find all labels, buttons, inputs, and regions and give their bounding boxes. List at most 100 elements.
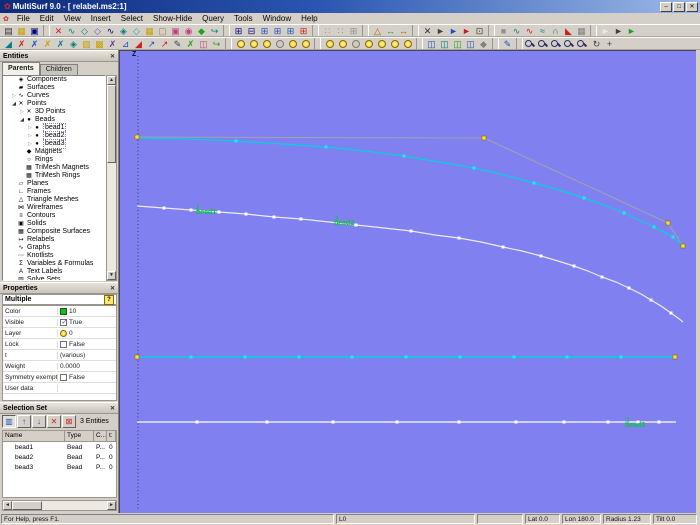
pan-view-button[interactable]: + — [603, 38, 616, 50]
visibility-button[interactable] — [388, 38, 401, 50]
show-mesh-button[interactable]: ▦ — [575, 25, 588, 37]
zoom-out-button[interactable] — [538, 38, 551, 50]
annotate-button[interactable]: ✎ — [501, 38, 514, 50]
menu-item[interactable]: Query — [197, 13, 229, 24]
show-axes-button[interactable]: ◣ — [562, 25, 575, 37]
hide-button[interactable] — [273, 38, 286, 50]
upper-white-curve-point[interactable] — [299, 217, 303, 221]
menu-item[interactable]: File — [12, 13, 35, 24]
upper-cyan-curve-point[interactable] — [582, 196, 586, 200]
upper-cyan-curve-point[interactable] — [324, 145, 328, 149]
lower-cyan-line-point[interactable] — [512, 355, 516, 359]
menu-item[interactable]: Help — [296, 13, 322, 24]
show-set-button[interactable] — [299, 38, 312, 50]
property-value[interactable]: 10 — [58, 307, 76, 315]
help-icon[interactable]: ? — [104, 294, 114, 305]
tree-item[interactable]: ▦ Composite Surfaces — [3, 228, 105, 236]
toolbar-separator[interactable] — [223, 25, 230, 36]
upper-white-curve-point[interactable] — [501, 245, 505, 249]
grid-button[interactable]: ∷ — [334, 25, 347, 37]
create-bead-button[interactable]: ✗ — [41, 38, 54, 50]
property-row[interactable]: Weight 0.0000 — [3, 361, 116, 372]
visibility-button[interactable] — [336, 38, 349, 50]
property-row[interactable]: Color 10 — [3, 306, 116, 317]
create-mesh-button[interactable]: ▩ — [93, 38, 106, 50]
menu-item[interactable]: Select — [116, 13, 148, 24]
select-cursor-button[interactable]: ► — [434, 25, 447, 37]
scroll-left-icon[interactable]: ◄ — [3, 501, 12, 510]
property-value[interactable]: 0.0000 — [58, 363, 80, 370]
column-header[interactable]: Name — [3, 431, 65, 441]
entities-tab[interactable]: Parents — [2, 62, 40, 75]
lower-white-line-point[interactable] — [562, 420, 566, 424]
show-contours-button[interactable]: ≈ — [536, 25, 549, 37]
upper-white-curve-point[interactable] — [627, 286, 631, 290]
tree-item[interactable]: A Text Labels — [3, 268, 105, 276]
bead3-label[interactable]: bead3 — [625, 422, 645, 430]
viewport-canvas[interactable] — [120, 51, 696, 513]
minimize-button[interactable]: – — [660, 1, 672, 12]
tree-item[interactable]: ▷ ● bead3 — [3, 139, 105, 149]
table-row[interactable]: bead3 Bead P... 0 — [3, 462, 116, 472]
show-curvature-button[interactable]: ∿ — [510, 25, 523, 37]
menu-item[interactable]: Show-Hide — [148, 13, 197, 24]
upper-white-curve-point[interactable] — [354, 223, 358, 227]
menu-item[interactable]: Window — [258, 13, 296, 24]
lower-white-line-point[interactable] — [195, 420, 199, 424]
control-polygon-point[interactable] — [680, 243, 686, 249]
toolbar-separator[interactable] — [488, 25, 495, 36]
property-value[interactable]: (various) — [58, 352, 85, 359]
toolbar-separator[interactable] — [492, 38, 499, 49]
create-relabel-button[interactable]: ↪ — [210, 38, 223, 50]
tree-item[interactable]: ⋈ Wireframes — [3, 204, 105, 212]
property-row[interactable]: Symmetry exempt False — [3, 372, 116, 383]
toolbar-separator[interactable] — [590, 25, 597, 36]
upper-cyan-curve-point[interactable] — [671, 235, 675, 239]
delete-entity-button[interactable]: ✕ — [52, 25, 65, 37]
selection-hscrollbar[interactable]: ◄ ► — [2, 500, 117, 511]
tree-item[interactable]: ⋯ Knotlists — [3, 252, 105, 260]
upper-white-curve-point[interactable] — [539, 254, 543, 258]
scroll-right-icon[interactable]: ► — [107, 501, 116, 510]
scrollbar-thumb[interactable] — [107, 85, 116, 163]
tree-item[interactable]: ↦ Relabels — [3, 236, 105, 244]
show-children-button[interactable] — [286, 38, 299, 50]
pointer-mode-button[interactable]: ► — [625, 25, 638, 37]
lower-cyan-line-point[interactable] — [404, 355, 408, 359]
lower-cyan-line-point[interactable] — [350, 355, 354, 359]
display-mode-button[interactable]: ■ — [497, 25, 510, 37]
curve-tool-button[interactable]: ∿ — [65, 25, 78, 37]
toolbar-separator[interactable] — [412, 25, 419, 36]
lower-white-line-point[interactable] — [395, 420, 399, 424]
toolbar-separator[interactable] — [314, 38, 321, 49]
tree-item[interactable]: ▰ Surfaces — [3, 84, 105, 92]
show-curves-button[interactable]: ∿ — [523, 25, 536, 37]
copy-view-button[interactable]: ◫ — [425, 38, 438, 50]
entity-tool-button[interactable]: ◇ — [91, 25, 104, 37]
control-polygon-point[interactable] — [481, 135, 487, 141]
distance-button[interactable]: ↔ — [384, 25, 397, 37]
upper-cyan-curve-point[interactable] — [234, 139, 238, 143]
visibility-button[interactable] — [323, 38, 336, 50]
property-widget[interactable] — [60, 373, 67, 381]
tree-item[interactable]: ▦ TriMesh Magnets — [3, 164, 105, 172]
property-value[interactable] — [58, 385, 60, 392]
bead2-label[interactable]: bead2 — [334, 220, 354, 228]
zoom-fit-button[interactable] — [564, 38, 577, 50]
upper-white-curve-point[interactable] — [244, 212, 248, 216]
property-value[interactable]: False — [58, 373, 85, 381]
copy-view-button[interactable]: ◫ — [464, 38, 477, 50]
save-button[interactable]: ▣ — [28, 25, 41, 37]
grid-button[interactable]: ∷ — [321, 25, 334, 37]
deselect-button[interactable]: ✕ — [421, 25, 434, 37]
property-row[interactable]: VisibleTrue — [3, 317, 116, 328]
clear-set-button[interactable]: ⊠ — [62, 415, 76, 428]
upper-white-curve-point[interactable] — [217, 210, 221, 214]
upper-white-curve-point[interactable] — [572, 264, 576, 268]
tree-item[interactable]: ◈ Components — [3, 76, 105, 84]
menu-item[interactable]: Edit — [35, 13, 59, 24]
open-file-button[interactable]: ▦ — [15, 25, 28, 37]
pointer-mode-button[interactable]: ► — [612, 25, 625, 37]
drawing-viewport[interactable]: Zbead1 bead2 bead3 — [119, 50, 696, 513]
upper-white-curve-point[interactable] — [189, 208, 193, 212]
